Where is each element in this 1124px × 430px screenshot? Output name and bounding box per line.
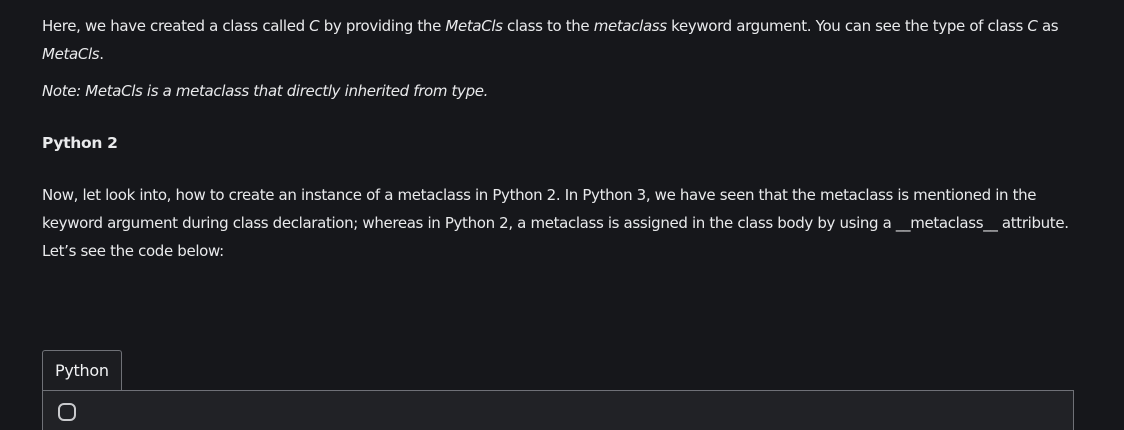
intro-paragraph: Here, we have created a class called C b… <box>42 12 1082 68</box>
section-title: Python 2 <box>42 134 118 152</box>
note-paragraph: Note: MetaCls is a metaclass that direct… <box>42 82 489 100</box>
body-paragraph: Now, let look into, how to create an ins… <box>42 181 1082 265</box>
tab-python[interactable]: Python <box>42 350 122 390</box>
article-content: Here, we have created a class called C b… <box>42 12 1082 265</box>
text-span: as <box>1037 17 1059 35</box>
text-span: keyword argument. You can see the type o… <box>666 17 1028 35</box>
italic-text: metaclass <box>593 17 667 35</box>
metaclass-attribute-text: __metaclass__ <box>895 214 998 232</box>
code-panel <box>42 390 1074 430</box>
text-span: Now, let look into, how to create an ins… <box>42 186 1037 232</box>
text-span: by providing the <box>319 17 446 35</box>
text-span: Here, we have created a class called <box>42 17 310 35</box>
code-block: Python <box>42 350 1074 430</box>
italic-text: C <box>1027 17 1038 35</box>
text-span: class to the <box>502 17 594 35</box>
italic-text: C <box>309 17 320 35</box>
italic-text: MetaCls <box>445 17 503 35</box>
italic-text: MetaCls <box>42 45 100 63</box>
copy-icon[interactable] <box>58 403 76 421</box>
text-span: . <box>99 45 104 63</box>
